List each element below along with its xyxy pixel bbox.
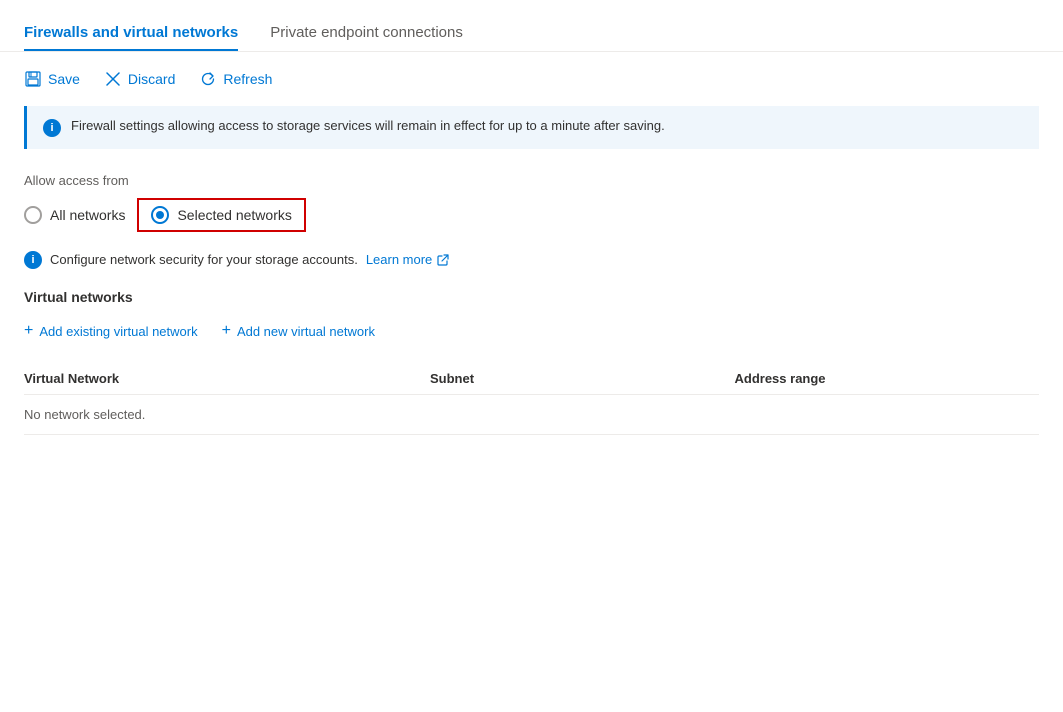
col-address-range: Address range bbox=[735, 363, 1040, 395]
radio-all-networks-indicator bbox=[24, 206, 42, 224]
add-existing-plus-icon: + bbox=[24, 323, 33, 339]
discard-button[interactable]: Discard bbox=[104, 66, 175, 92]
table-row-empty: No network selected. bbox=[24, 395, 1039, 435]
info-banner: i Firewall settings allowing access to s… bbox=[24, 106, 1039, 149]
virtual-networks-title: Virtual networks bbox=[24, 289, 1039, 305]
radio-all-networks[interactable]: All networks bbox=[24, 198, 137, 232]
refresh-label: Refresh bbox=[223, 71, 272, 87]
configure-info-text: Configure network security for your stor… bbox=[50, 252, 358, 267]
learn-more-link[interactable]: Learn more bbox=[366, 252, 449, 267]
configure-info-icon: i bbox=[24, 251, 42, 269]
add-existing-virtual-network-button[interactable]: + Add existing virtual network bbox=[24, 319, 198, 343]
radio-all-networks-label: All networks bbox=[50, 207, 125, 223]
save-label: Save bbox=[48, 71, 80, 87]
empty-address-cell bbox=[735, 395, 1040, 435]
tab-firewalls[interactable]: Firewalls and virtual networks bbox=[24, 16, 238, 51]
content-area: Allow access from All networks Selected … bbox=[0, 173, 1063, 435]
tab-private-endpoints[interactable]: Private endpoint connections bbox=[270, 16, 463, 51]
refresh-button[interactable]: Refresh bbox=[199, 66, 272, 92]
learn-more-label: Learn more bbox=[366, 252, 432, 267]
radio-selected-networks-indicator bbox=[151, 206, 169, 224]
allow-access-label: Allow access from bbox=[24, 173, 1039, 188]
add-new-label: Add new virtual network bbox=[237, 324, 375, 339]
save-button[interactable]: Save bbox=[24, 66, 80, 92]
add-existing-label: Add existing virtual network bbox=[39, 324, 197, 339]
no-network-message: No network selected. bbox=[24, 395, 430, 435]
add-new-virtual-network-button[interactable]: + Add new virtual network bbox=[222, 319, 375, 343]
info-banner-icon: i bbox=[43, 119, 61, 137]
network-table: Virtual Network Subnet Address range No … bbox=[24, 363, 1039, 435]
empty-subnet-cell bbox=[430, 395, 735, 435]
radio-group: All networks Selected networks bbox=[24, 198, 1039, 232]
tabs-bar: Firewalls and virtual networks Private e… bbox=[0, 0, 1063, 52]
discard-label: Discard bbox=[128, 71, 175, 87]
discard-icon bbox=[104, 70, 122, 88]
info-banner-text: Firewall settings allowing access to sto… bbox=[71, 118, 665, 133]
toolbar: Save Discard Refresh bbox=[0, 52, 1063, 106]
add-network-actions: + Add existing virtual network + Add new… bbox=[24, 319, 1039, 343]
radio-selected-networks-label: Selected networks bbox=[177, 207, 291, 223]
external-link-icon bbox=[437, 254, 449, 266]
col-virtual-network: Virtual Network bbox=[24, 363, 430, 395]
radio-selected-networks-dot bbox=[156, 211, 164, 219]
radio-selected-networks-box[interactable]: Selected networks bbox=[137, 198, 305, 232]
col-subnet: Subnet bbox=[430, 363, 735, 395]
save-icon bbox=[24, 70, 42, 88]
add-new-plus-icon: + bbox=[222, 323, 231, 339]
page-container: Firewalls and virtual networks Private e… bbox=[0, 0, 1063, 712]
configure-info: i Configure network security for your st… bbox=[24, 250, 1039, 269]
table-header-row: Virtual Network Subnet Address range bbox=[24, 363, 1039, 395]
refresh-icon bbox=[199, 70, 217, 88]
